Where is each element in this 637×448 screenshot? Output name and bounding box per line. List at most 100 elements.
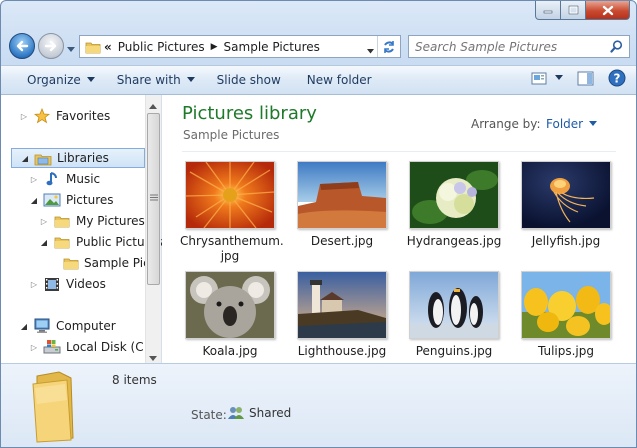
nav-label: Music xyxy=(66,172,101,186)
arrow-left-icon xyxy=(16,40,29,52)
share-with-label: Share with xyxy=(116,73,181,87)
expand-arrow-icon[interactable]: ▷ xyxy=(29,343,39,352)
file-item-jellyfish[interactable]: Jellyfish.jpg xyxy=(516,161,616,249)
nav-label: Favorites xyxy=(56,109,111,123)
view-icon xyxy=(531,72,547,84)
slide-show-button[interactable]: Slide show xyxy=(209,68,289,92)
minimize-icon xyxy=(543,10,553,14)
minimize-button[interactable] xyxy=(535,1,561,20)
nav-item-pictures[interactable]: ◢ Pictures xyxy=(29,190,114,210)
nav-item-libraries[interactable]: ◢ Libraries xyxy=(11,148,145,168)
file-item-hydrangeas[interactable]: Hydrangeas.jpg xyxy=(404,161,504,249)
chevron-down-icon xyxy=(367,49,374,54)
share-with-button[interactable]: Share with xyxy=(109,68,203,92)
navigation-pane: ▷ Favorites ◢ Libraries ▷ Music ◢ Pictur… xyxy=(1,95,163,363)
close-button[interactable] xyxy=(586,1,630,20)
expand-arrow-icon[interactable]: ▷ xyxy=(29,175,39,184)
toolbar-right: ? xyxy=(531,69,626,87)
folder-icon xyxy=(53,213,71,229)
nav-label: Pictures xyxy=(66,193,114,207)
nav-item-computer[interactable]: ◢ Computer xyxy=(19,316,116,336)
file-name-line2: jpg xyxy=(220,249,240,263)
thumbnail xyxy=(185,161,275,229)
folder-icon xyxy=(63,255,79,271)
refresh-button[interactable] xyxy=(377,36,400,57)
star-icon xyxy=(33,108,51,124)
desert-thumbnail-image xyxy=(298,162,386,228)
chevron-down-icon xyxy=(589,121,598,126)
file-name: Jellyfish.jpg xyxy=(531,234,601,248)
item-count: 8 items xyxy=(112,373,157,387)
pictures-icon xyxy=(43,192,61,208)
expand-arrow-icon[interactable]: ▷ xyxy=(29,280,39,289)
file-item-desert[interactable]: Desert.jpg xyxy=(292,161,392,249)
expand-arrow-icon[interactable]: ▷ xyxy=(19,112,29,121)
breadcrumb-public-pictures[interactable]: Public Pictures xyxy=(115,36,208,57)
breadcrumb-sample-pictures[interactable]: Sample Pictures xyxy=(221,36,323,57)
nav-item-my-pictures[interactable]: ▷ My Pictures xyxy=(39,211,145,231)
state-text: Shared xyxy=(249,406,292,420)
expand-arrow-icon[interactable]: ▷ xyxy=(39,217,49,226)
computer-icon xyxy=(33,318,51,334)
nav-item-videos[interactable]: ▷ Videos xyxy=(29,274,106,294)
collapse-arrow-icon[interactable]: ◢ xyxy=(20,154,30,163)
jellyfish-thumbnail-image xyxy=(522,162,610,228)
thumbnail xyxy=(409,161,499,229)
nav-item-favorites[interactable]: ▷ Favorites xyxy=(19,106,110,126)
grip-icon xyxy=(150,194,158,201)
file-name: Penguins.jpg xyxy=(415,344,493,358)
details-pane: 8 items State: Shared xyxy=(1,363,636,447)
scrollbar-thumb[interactable] xyxy=(147,113,160,285)
maximize-button[interactable] xyxy=(561,1,586,20)
address-bar[interactable]: « Public Pictures ▶ Sample Pictures xyxy=(79,35,401,58)
breadcrumb-overflow[interactable]: « xyxy=(101,36,115,57)
nav-item-music[interactable]: ▷ Music xyxy=(29,169,100,189)
change-view-button[interactable] xyxy=(531,72,563,85)
large-folder-icon xyxy=(29,370,79,447)
file-item-tulips[interactable]: Tulips.jpg xyxy=(516,271,616,359)
file-name-line1: Chrysanthemum. xyxy=(180,234,284,248)
preview-pane-button[interactable] xyxy=(577,71,594,86)
new-folder-button[interactable]: New folder xyxy=(299,68,380,92)
collapse-arrow-icon[interactable]: ◢ xyxy=(39,238,49,247)
thumbnail xyxy=(297,161,387,229)
libraries-icon xyxy=(34,150,52,166)
chrysanthemum-thumbnail-image xyxy=(186,162,274,228)
search-icon[interactable] xyxy=(610,40,623,56)
file-name: Koala.jpg xyxy=(202,344,258,358)
file-item-chrysanthemum[interactable]: Chrysanthemum. jpg xyxy=(180,161,284,264)
recent-pages-dropdown[interactable] xyxy=(67,42,75,56)
collapse-arrow-icon[interactable]: ◢ xyxy=(19,322,29,331)
scroll-up-arrow-icon[interactable] xyxy=(149,99,157,113)
forward-button[interactable] xyxy=(38,33,64,59)
koala-thumbnail-image xyxy=(186,272,274,338)
file-item-lighthouse[interactable]: Lighthouse.jpg xyxy=(292,271,392,359)
nav-item-sample-pictures[interactable]: Sample Pictures xyxy=(63,253,145,273)
search-box xyxy=(408,35,630,58)
file-item-koala[interactable]: Koala.jpg xyxy=(180,271,280,359)
chevron-down-icon xyxy=(86,77,95,82)
thumbnail xyxy=(409,271,499,339)
breadcrumb-separator[interactable]: ▶ xyxy=(208,36,221,57)
file-name: Lighthouse.jpg xyxy=(297,344,387,358)
help-button[interactable]: ? xyxy=(608,69,626,87)
explorer-window: « Public Pictures ▶ Sample Pictures Orga… xyxy=(0,0,637,448)
close-icon xyxy=(602,5,613,15)
arrow-right-icon xyxy=(44,40,57,52)
help-icon: ? xyxy=(608,69,626,87)
arrange-by-dropdown[interactable]: Folder xyxy=(546,117,598,131)
file-item-penguins[interactable]: Penguins.jpg xyxy=(404,271,504,359)
nav-scrollbar[interactable] xyxy=(145,95,161,363)
library-subtitle: Sample Pictures xyxy=(183,128,280,142)
address-history-dropdown[interactable] xyxy=(367,43,374,57)
nav-label: Libraries xyxy=(57,151,109,165)
nav-item-local-disk[interactable]: ▷ Local Disk (C:) xyxy=(29,337,152,357)
command-bar: Organize Share with Slide show New folde… xyxy=(1,65,636,95)
penguins-thumbnail-image xyxy=(410,272,498,338)
back-button[interactable] xyxy=(9,33,35,59)
search-input[interactable] xyxy=(409,38,607,55)
collapse-arrow-icon[interactable]: ◢ xyxy=(29,196,39,205)
organize-button[interactable]: Organize xyxy=(19,68,103,92)
folder-icon xyxy=(53,234,71,250)
lighthouse-thumbnail-image xyxy=(298,272,386,338)
